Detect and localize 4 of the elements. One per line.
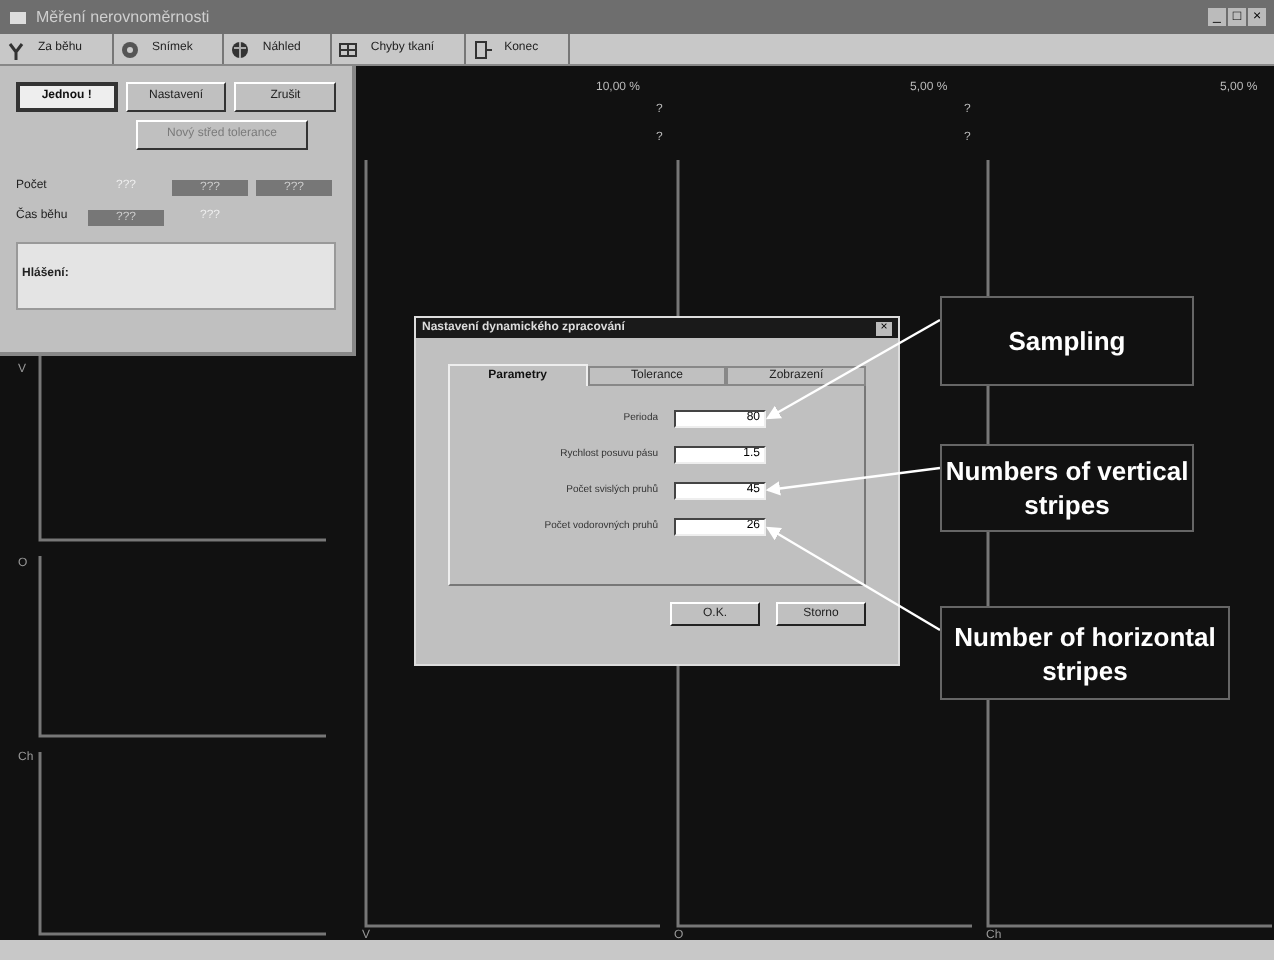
callout-label: Number of horizontal stripes	[940, 606, 1230, 700]
callout-label: Numbers of vertical stripes	[940, 444, 1194, 532]
callout-label: Sampling	[940, 296, 1194, 386]
window-title: Měření nerovnoměrnosti	[36, 5, 210, 29]
